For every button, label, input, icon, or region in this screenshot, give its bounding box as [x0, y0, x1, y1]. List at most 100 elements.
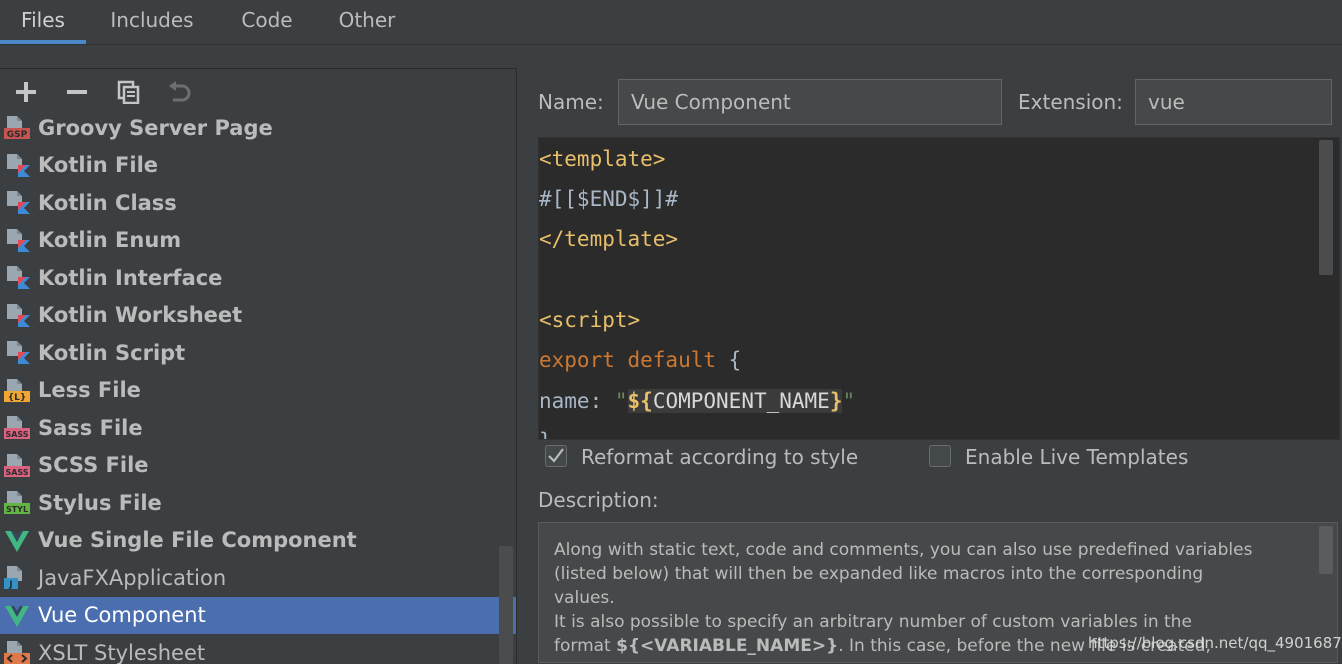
template-label: Stylus File: [38, 491, 162, 515]
java-file-icon: J: [4, 565, 32, 591]
template-list-panel: GSP Groovy Server Page Kotlin File Kotlin C…: [0, 68, 517, 664]
template-label: Vue Single File Component: [38, 528, 357, 552]
svg-text:STYL: STYL: [6, 505, 28, 514]
kotlin-file-icon: [4, 340, 32, 366]
template-item[interactable]: Kotlin Script: [0, 334, 516, 371]
reset-template-button[interactable]: [164, 77, 194, 107]
active-tab-indicator: [0, 40, 86, 44]
stylus-file-icon: STYL: [4, 490, 32, 516]
description-line: values.: [554, 588, 615, 608]
template-item[interactable]: J JavaFXApplication: [0, 559, 516, 596]
vue-icon: [4, 603, 32, 629]
tab-label: Includes: [110, 8, 193, 32]
gsp-file-icon: GSP: [4, 115, 32, 141]
tab-other[interactable]: Other: [326, 0, 408, 44]
template-item[interactable]: Kotlin Enum: [0, 222, 516, 259]
kotlin-file-icon: [4, 228, 32, 254]
template-item[interactable]: GSP Groovy Server Page: [0, 115, 516, 146]
template-item[interactable]: Vue Single File Component: [0, 522, 516, 559]
undo-icon: [166, 80, 192, 104]
tab-bar: Files Includes Code Other: [0, 0, 1342, 45]
add-template-button[interactable]: [11, 77, 41, 107]
variable-syntax: ${<VARIABLE_NAME>}: [616, 636, 838, 656]
remove-template-button[interactable]: [62, 77, 92, 107]
template-item[interactable]: SASS SCSS File: [0, 447, 516, 484]
template-label: XSLT Stylesheet: [38, 641, 205, 664]
template-label: Vue Component: [38, 603, 206, 627]
template-label: Groovy Server Page: [38, 116, 273, 140]
template-item[interactable]: SASS Sass File: [0, 409, 516, 446]
name-label: Name:: [538, 90, 604, 114]
code-line: export default {: [539, 348, 741, 372]
tab-includes[interactable]: Includes: [98, 0, 206, 44]
description-line: It is also possible to specify an arbitr…: [554, 612, 1192, 632]
template-label: Kotlin Script: [38, 341, 185, 365]
svg-text:J: J: [8, 580, 12, 590]
description-line: (listed below) that will then be expande…: [554, 564, 1203, 584]
template-item[interactable]: Kotlin Worksheet: [0, 297, 516, 334]
tab-label: Code: [241, 8, 292, 32]
code-line: }: [539, 429, 552, 440]
code-line: <template>: [539, 147, 665, 171]
reformat-checkbox[interactable]: [545, 445, 567, 467]
sass-file-icon: SASS: [4, 453, 32, 479]
tab-files[interactable]: Files: [0, 0, 86, 44]
template-label: Kotlin Class: [38, 191, 177, 215]
plus-icon: [15, 81, 37, 103]
svg-text:GSP: GSP: [7, 130, 28, 140]
vue-icon: [4, 528, 32, 554]
template-item[interactable]: STYL Stylus File: [0, 484, 516, 521]
live-templates-checkbox[interactable]: [929, 445, 951, 467]
template-item[interactable]: XSLT Stylesheet: [0, 634, 516, 664]
kotlin-file-icon: [4, 190, 32, 216]
copy-template-button[interactable]: [113, 77, 143, 107]
template-label: JavaFXApplication: [38, 566, 226, 590]
template-label: Kotlin Worksheet: [38, 303, 242, 327]
template-label: SCSS File: [38, 453, 149, 477]
code-line: name: "${COMPONENT_NAME}": [539, 389, 855, 413]
reformat-label: Reformat according to style: [581, 445, 858, 469]
less-file-icon: {L}: [4, 378, 32, 404]
tab-label: Files: [21, 8, 65, 32]
watermark: https://blog.csdn.net/qq_49016878: [1088, 634, 1342, 652]
template-item[interactable]: Kotlin Interface: [0, 259, 516, 296]
code-quote: ": [842, 389, 855, 413]
template-list-scrollbar[interactable]: [499, 546, 513, 664]
kotlin-file-icon: [4, 265, 32, 291]
extension-input[interactable]: vue: [1135, 79, 1332, 125]
template-label: Kotlin Interface: [38, 266, 222, 290]
description-scrollbar[interactable]: [1319, 526, 1333, 574]
svg-text:{L}: {L}: [8, 393, 27, 403]
template-label: Sass File: [38, 416, 143, 440]
template-item[interactable]: Vue Component: [0, 597, 516, 634]
minus-icon: [66, 81, 88, 103]
template-label: Kotlin Enum: [38, 228, 181, 252]
svg-text:SASS: SASS: [5, 430, 28, 439]
description-label: Description:: [538, 488, 659, 512]
code-quote: ": [615, 389, 628, 413]
template-toolbar: [0, 69, 516, 115]
checkmark-icon: [546, 446, 566, 466]
template-item[interactable]: Kotlin Class: [0, 184, 516, 221]
template-item[interactable]: {L}Less File: [0, 372, 516, 409]
name-input[interactable]: Vue Component: [618, 79, 1002, 125]
extension-label: Extension:: [1018, 90, 1123, 114]
svg-text:SASS: SASS: [5, 468, 28, 477]
template-item[interactable]: Kotlin File: [0, 147, 516, 184]
code-var-open: ${: [628, 389, 653, 413]
editor-scrollbar[interactable]: [1319, 140, 1333, 275]
template-label: Kotlin File: [38, 153, 158, 177]
kotlin-file-icon: [4, 153, 32, 179]
tab-code[interactable]: Code: [230, 0, 304, 44]
xslt-file-icon: [4, 640, 32, 664]
kotlin-file-icon: [4, 303, 32, 329]
code-line: </template>: [539, 227, 678, 251]
code-variable: COMPONENT_NAME: [653, 389, 830, 413]
template-list: GSP Groovy Server Page Kotlin File Kotlin C…: [0, 115, 516, 664]
template-code-editor[interactable]: <template> #[[$END$]]# </template> <scri…: [538, 137, 1340, 440]
code-var-close: }: [830, 389, 843, 413]
code-line: #[[$END$]]#: [539, 187, 678, 211]
code-keyword: export default: [539, 348, 716, 372]
code-line: <script>: [539, 308, 640, 332]
copy-icon: [116, 80, 140, 104]
